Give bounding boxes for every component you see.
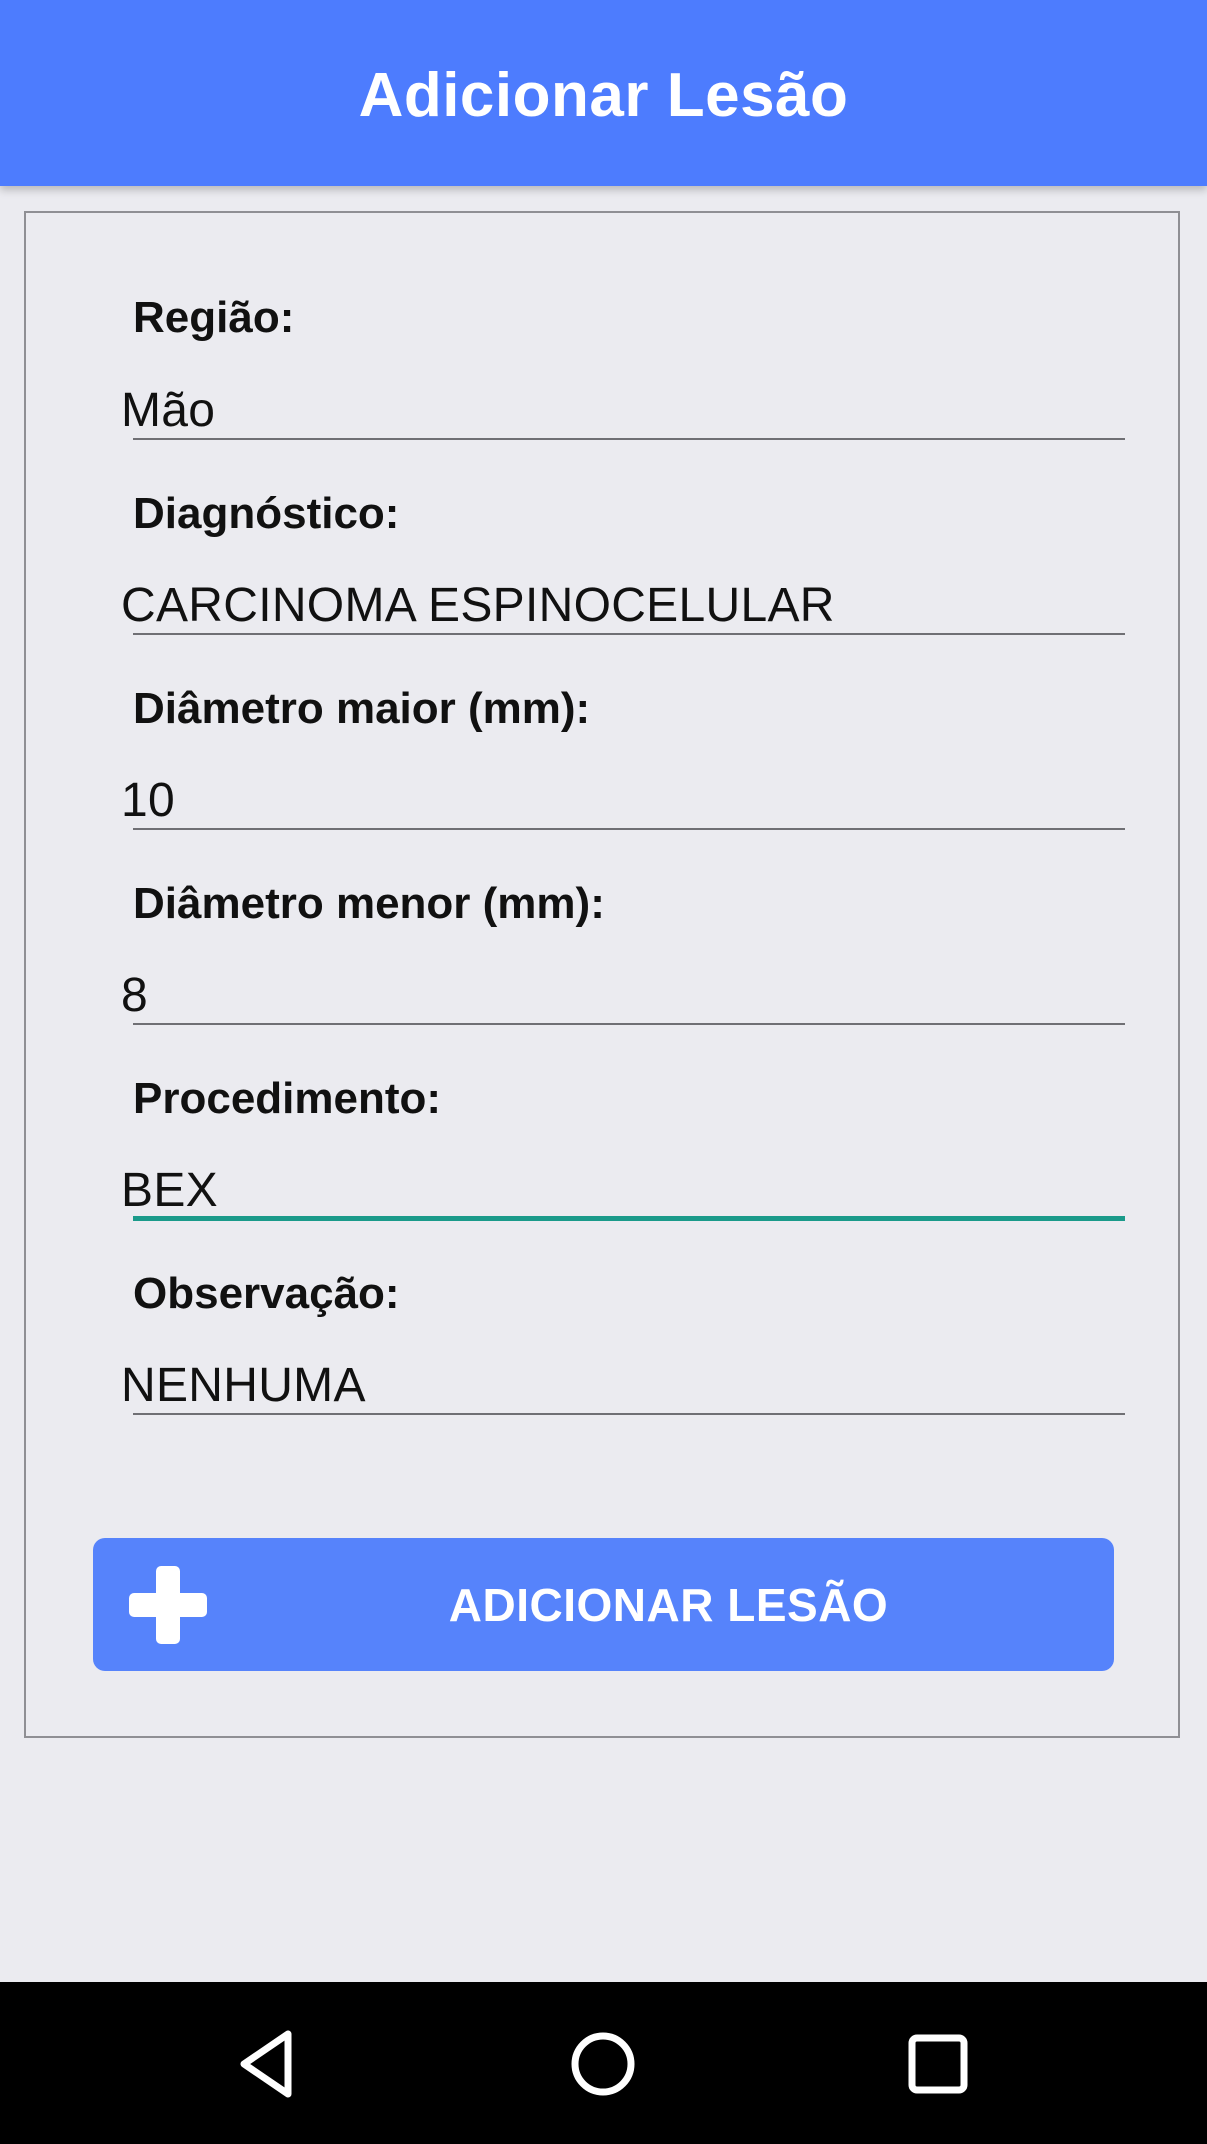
system-nav-bar: [0, 1982, 1207, 2144]
observacao-underline: [133, 1413, 1125, 1415]
home-icon[interactable]: [563, 2024, 643, 2104]
diametro-menor-underline: [133, 1023, 1125, 1025]
procedimento-input[interactable]: BEX: [121, 1163, 218, 1218]
diametro-maior-label: Diâmetro maior (mm):: [133, 684, 591, 733]
add-lesion-button[interactable]: ADICIONAR LESÃO: [93, 1538, 1114, 1671]
diametro-maior-input[interactable]: 10: [121, 773, 175, 828]
back-icon[interactable]: [228, 2024, 308, 2104]
diagnostico-label: Diagnóstico:: [133, 489, 400, 538]
procedimento-label: Procedimento:: [133, 1074, 442, 1123]
page-title: Adicionar Lesão: [358, 60, 849, 130]
diagnostico-input[interactable]: CARCINOMA ESPINOCELULAR: [121, 578, 835, 633]
diametro-menor-label: Diâmetro menor (mm):: [133, 879, 605, 928]
procedimento-underline-focused: [133, 1216, 1125, 1221]
regiao-input[interactable]: Mão: [121, 383, 215, 438]
diametro-menor-input[interactable]: 8: [121, 968, 148, 1023]
app-bar: Adicionar Lesão: [0, 0, 1207, 186]
add-lesion-button-label: ADICIONAR LESÃO: [448, 1579, 889, 1631]
observacao-label: Observação:: [133, 1269, 400, 1318]
recent-apps-icon[interactable]: [898, 2024, 978, 2104]
lesion-form: Região: Mão Diagnóstico: CARCINOMA ESPIN…: [24, 211, 1180, 1738]
regiao-label: Região:: [133, 293, 295, 342]
observacao-input[interactable]: NENHUMA: [121, 1358, 366, 1413]
diametro-maior-underline: [133, 828, 1125, 830]
regiao-underline: [133, 438, 1125, 440]
diagnostico-underline: [133, 633, 1125, 635]
